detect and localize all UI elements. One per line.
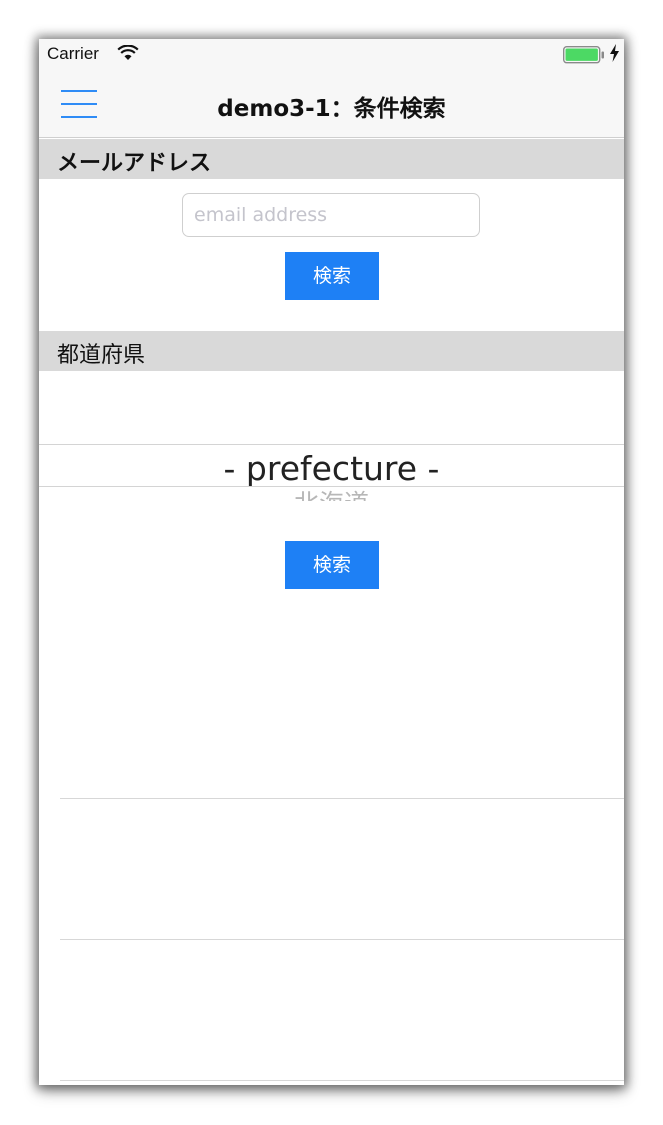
picker-selection-top-line: [39, 444, 624, 445]
carrier-label: Carrier: [47, 44, 99, 63]
prefecture-section-header: 都道府県: [39, 331, 624, 371]
prefecture-picker[interactable]: - prefecture - 北海道: [39, 371, 624, 501]
charging-bolt-icon: [610, 44, 619, 62]
page-title: demo3-1：条件検索: [217, 96, 446, 122]
status-bar: Carrier: [39, 39, 624, 69]
table-row-separator: [60, 939, 624, 940]
picker-selected-value[interactable]: - prefecture -: [39, 449, 624, 488]
wifi-icon: [117, 45, 139, 60]
email-search-button[interactable]: 検索: [285, 252, 379, 300]
email-section-label: メールアドレス: [57, 151, 212, 176]
email-input-placeholder: email address: [194, 204, 328, 226]
prefecture-search-button[interactable]: 検索: [285, 541, 379, 589]
prefecture-section-label: 都道府県: [57, 343, 146, 368]
navigation-bar: demo3-1：条件検索: [39, 69, 624, 138]
picker-next-value[interactable]: 北海道: [39, 487, 624, 501]
phone-screen: Carrier demo3-1：条件検索 メールアドレス email addre…: [39, 39, 624, 1085]
email-section-header: メールアドレス: [39, 139, 624, 179]
table-row-separator: [60, 1080, 624, 1081]
battery-icon: [563, 46, 604, 64]
email-input[interactable]: email address: [182, 193, 480, 237]
table-row-separator: [60, 798, 624, 799]
